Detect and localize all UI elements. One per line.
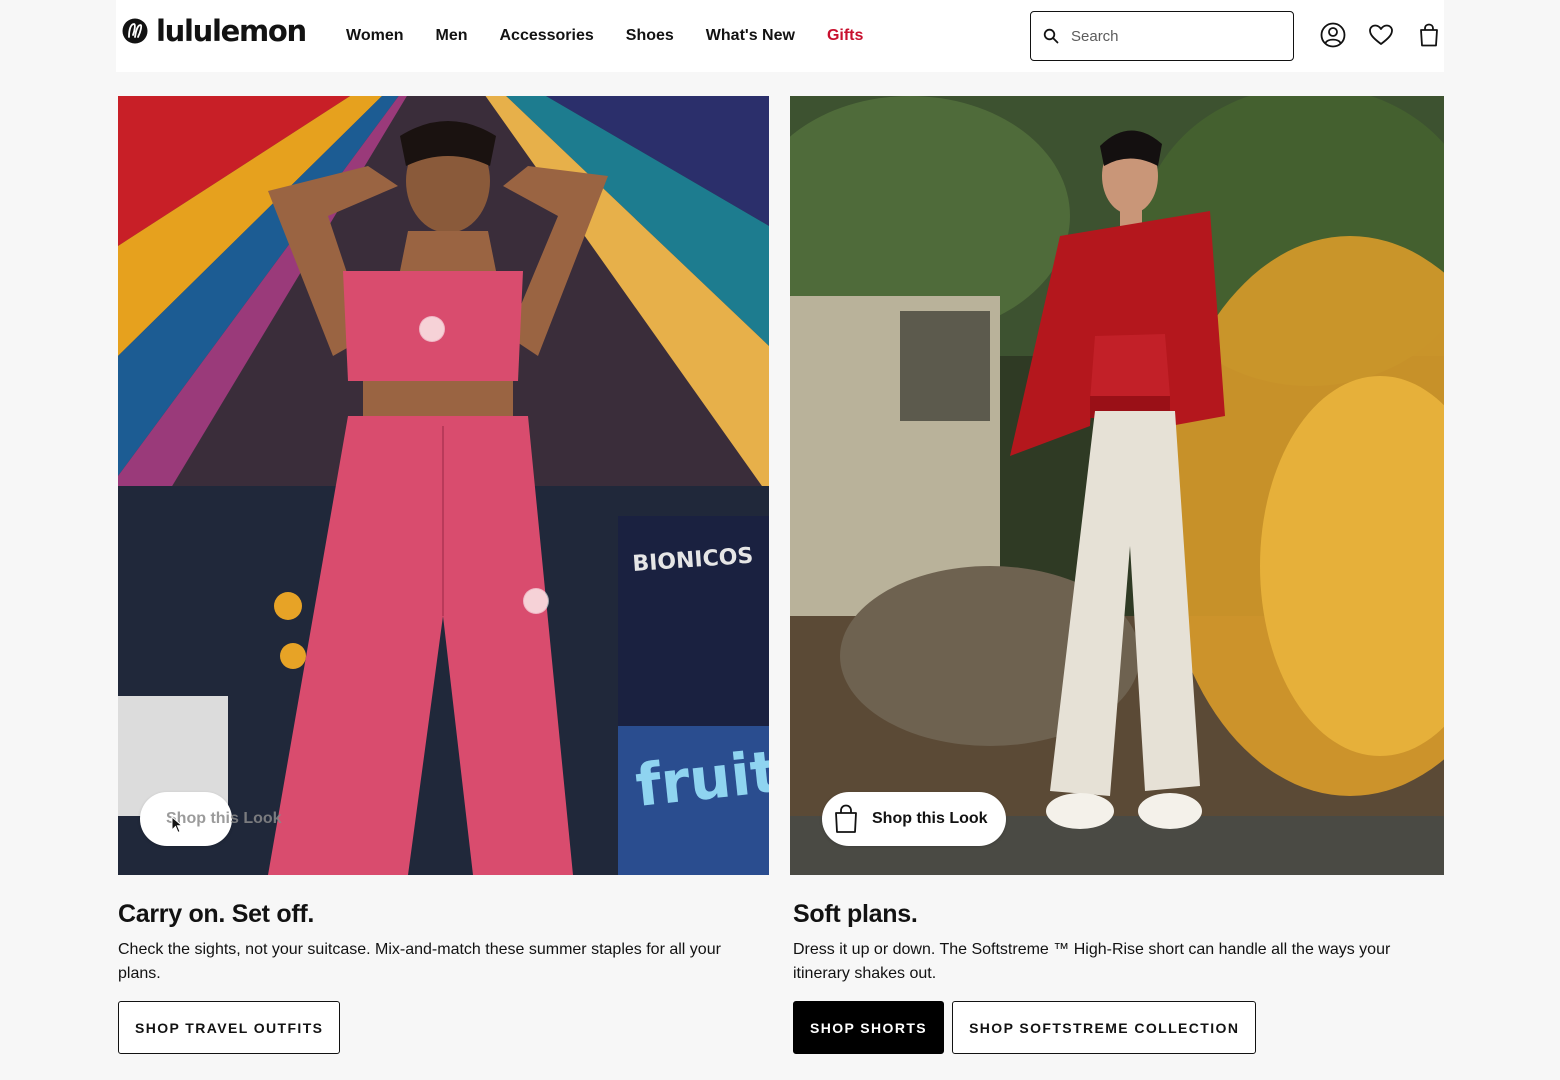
nav-item-women[interactable]: Women [346, 24, 403, 48]
nav-item-gifts[interactable]: Gifts [827, 24, 863, 48]
promo-title: Carry on. Set off. [118, 900, 315, 928]
shop-this-look-label: Shop this Look [872, 810, 988, 827]
model-in-red-jacket-image [790, 96, 1444, 875]
promo-image-softstreme[interactable]: Shop this Look [790, 96, 1444, 875]
mouse-pointer-icon [171, 816, 183, 834]
lululemon-logo-icon [122, 18, 148, 44]
search-icon [1043, 28, 1059, 44]
nav-item-men[interactable]: Men [435, 24, 467, 48]
product-hotspot-leggings[interactable] [524, 589, 548, 613]
nav-item-whats-new[interactable]: What's New [706, 24, 795, 48]
promo-title: Soft plans. [793, 900, 918, 928]
account-button[interactable] [1319, 21, 1347, 49]
shop-softstreme-collection-button[interactable]: SHOP SOFTSTREME COLLECTION [952, 1001, 1257, 1054]
brand-logo[interactable]: lululemon [122, 13, 307, 48]
promo-card-travel: BIONICOS fruit Shop this Look Carry on. … [118, 96, 769, 1054]
brand-wordmark: lululemon [156, 13, 307, 48]
site-header: lululemon Women Men Accessories Shoes Wh… [116, 0, 1444, 72]
shop-this-look-button[interactable]: Shop this Look [140, 792, 282, 846]
svg-text:fruit: fruit [632, 737, 769, 820]
promo-actions: SHOP TRAVEL OUTFITS [118, 1001, 341, 1054]
shop-travel-outfits-button[interactable]: SHOP TRAVEL OUTFITS [118, 1001, 341, 1054]
shopping-bag-icon [835, 804, 857, 833]
promo-description: Check the sights, not your suitcase. Mix… [118, 941, 721, 982]
cart-button[interactable] [1415, 21, 1443, 49]
promo-description: Dress it up or down. The Softstreme ™ Hi… [793, 941, 1391, 982]
search-input[interactable] [1071, 27, 1271, 45]
model-in-pink-outfit-image: BIONICOS fruit [118, 96, 769, 875]
promo-card-softstreme: Shop this Look Soft plans. Dress it up o… [790, 96, 1444, 1054]
nav-item-shoes[interactable]: Shoes [626, 24, 674, 48]
promo-image-travel[interactable]: BIONICOS fruit Shop this Look [118, 96, 769, 875]
search-box[interactable] [1030, 11, 1294, 61]
page: lululemon Women Men Accessories Shoes Wh… [0, 0, 1560, 1080]
shop-this-look-button[interactable]: Shop this Look [822, 792, 1006, 846]
shopping-bag-icon [1420, 23, 1438, 47]
account-icon [1320, 22, 1346, 48]
wishlist-button[interactable] [1367, 21, 1395, 49]
nav-item-accessories[interactable]: Accessories [499, 24, 593, 48]
shop-shorts-button[interactable]: SHOP SHORTS [793, 1001, 945, 1054]
main-nav: Women Men Accessories Shoes What's New G… [346, 24, 863, 48]
promo-actions: SHOP SHORTS SHOP SOFTSTREME COLLECTION [793, 1001, 1257, 1054]
wishlist-heart-icon [1369, 24, 1393, 45]
shop-this-look-label: Shop this Look [166, 810, 282, 827]
product-hotspot-top[interactable] [420, 317, 444, 341]
